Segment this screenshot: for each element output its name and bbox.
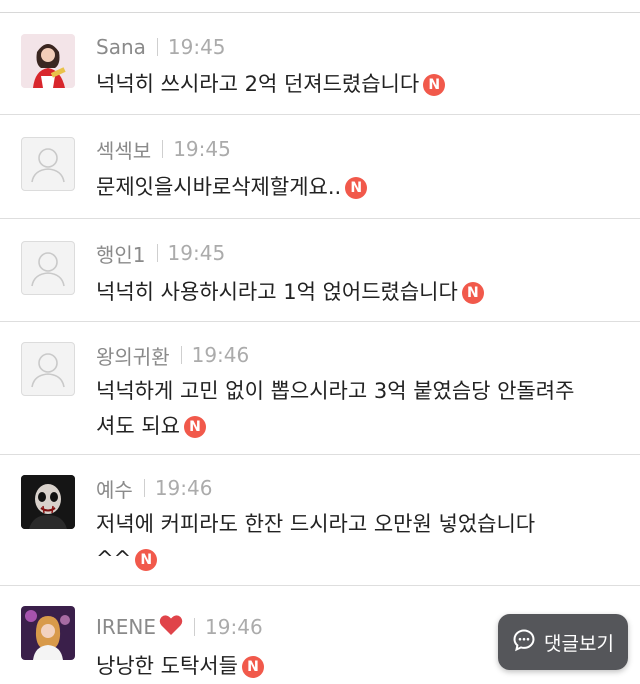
chat-bubble-icon <box>512 628 536 656</box>
comment-item: 섹섹보 19:45 문제잇을시바로삭제할게요.. N <box>0 115 640 219</box>
comment-author[interactable]: 왕의귀환 <box>96 341 170 370</box>
comment-text-line: 저녁에 커피라도 한잔 드시라고 오만원 넣었습니다 <box>96 512 536 536</box>
comment-time: 19:45 <box>167 35 226 59</box>
comment-text-line: 셔도 되요 <box>96 414 180 438</box>
comment-time: 19:45 <box>173 137 231 161</box>
comment-author[interactable]: 섹섹보 <box>96 135 151 164</box>
comment-text-block: 넉넉히 사용하시라고 1억 얹어드렸습니다 N <box>96 275 616 310</box>
new-badge: N <box>345 177 368 199</box>
view-comments-label: 댓글보기 <box>544 632 614 655</box>
default-user-icon <box>31 353 65 388</box>
comment-text: 낭낭한 도탁서들 <box>96 654 238 678</box>
comment-text: 넉넉히 쓰시라고 2억 던져드렸습니다 <box>96 72 420 96</box>
meta-divider <box>143 479 145 497</box>
default-user-icon <box>31 148 65 183</box>
comment-author[interactable]: IRENE <box>96 615 156 639</box>
comment-text-line: 넉넉하게 고민 없이 뽑으시라고 3억 붙였슴당 안돌려주 <box>96 379 575 403</box>
new-badge: N <box>461 282 484 304</box>
view-comments-button[interactable]: 댓글보기 <box>498 614 628 670</box>
comment-text-block: 넉넉하게 고민 없이 뽑으시라고 3억 붙였슴당 안돌려주 셔도 되요 N <box>96 374 616 444</box>
comment-author[interactable]: 행인1 <box>96 239 146 268</box>
comment-time: 19:46 <box>154 476 213 500</box>
avatar[interactable] <box>21 342 75 396</box>
comment-text: 문제잇을시바로삭제할게요.. <box>96 175 342 199</box>
comment-time: 19:45 <box>167 241 226 265</box>
comment-text-line: ^^ <box>96 547 132 571</box>
avatar[interactable] <box>21 606 75 660</box>
avatar[interactable] <box>21 241 75 295</box>
avatar-photo <box>21 606 75 660</box>
avatar-photo <box>21 475 75 529</box>
comment-author[interactable]: Sana <box>96 35 146 59</box>
comment-text-block: 저녁에 커피라도 한잔 드시라고 오만원 넣었습니다 ^^ N <box>96 507 616 577</box>
comment-time: 19:46 <box>205 615 263 639</box>
comment-text-block: 넉넉히 쓰시라고 2억 던져드렸습니다 N <box>96 67 616 102</box>
avatar[interactable] <box>21 137 75 191</box>
avatar[interactable] <box>21 475 75 529</box>
new-badge: N <box>183 416 206 438</box>
new-badge: N <box>135 549 158 571</box>
meta-divider <box>156 244 158 262</box>
meta-divider <box>180 346 182 364</box>
comment-time: 19:46 <box>191 343 250 367</box>
new-badge: N <box>241 656 264 678</box>
comment-author[interactable]: 예수 <box>96 474 133 503</box>
comment-text-block: 문제잇을시바로삭제할게요.. N <box>96 170 616 205</box>
heart-icon <box>159 614 183 640</box>
default-user-icon <box>31 252 65 287</box>
list-top-border <box>0 0 640 13</box>
comment-item: 왕의귀환 19:46 넉넉하게 고민 없이 뽑으시라고 3억 붙였슴당 안돌려주… <box>0 322 640 455</box>
comment-item: Sana 19:45 넉넉히 쓰시라고 2억 던져드렸습니다 N <box>0 13 640 115</box>
avatar[interactable] <box>21 34 75 88</box>
meta-divider <box>194 618 196 636</box>
meta-divider <box>162 140 164 158</box>
comment-item: 예수 19:46 저녁에 커피라도 한잔 드시라고 오만원 넣었습니다 ^^ N <box>0 455 640 586</box>
new-badge: N <box>423 74 446 96</box>
comment-item: 행인1 19:45 넉넉히 사용하시라고 1억 얹어드렸습니다 N <box>0 219 640 322</box>
avatar-photo <box>21 34 75 88</box>
comment-text: 넉넉히 사용하시라고 1억 얹어드렸습니다 <box>96 280 458 304</box>
meta-divider <box>156 38 158 56</box>
